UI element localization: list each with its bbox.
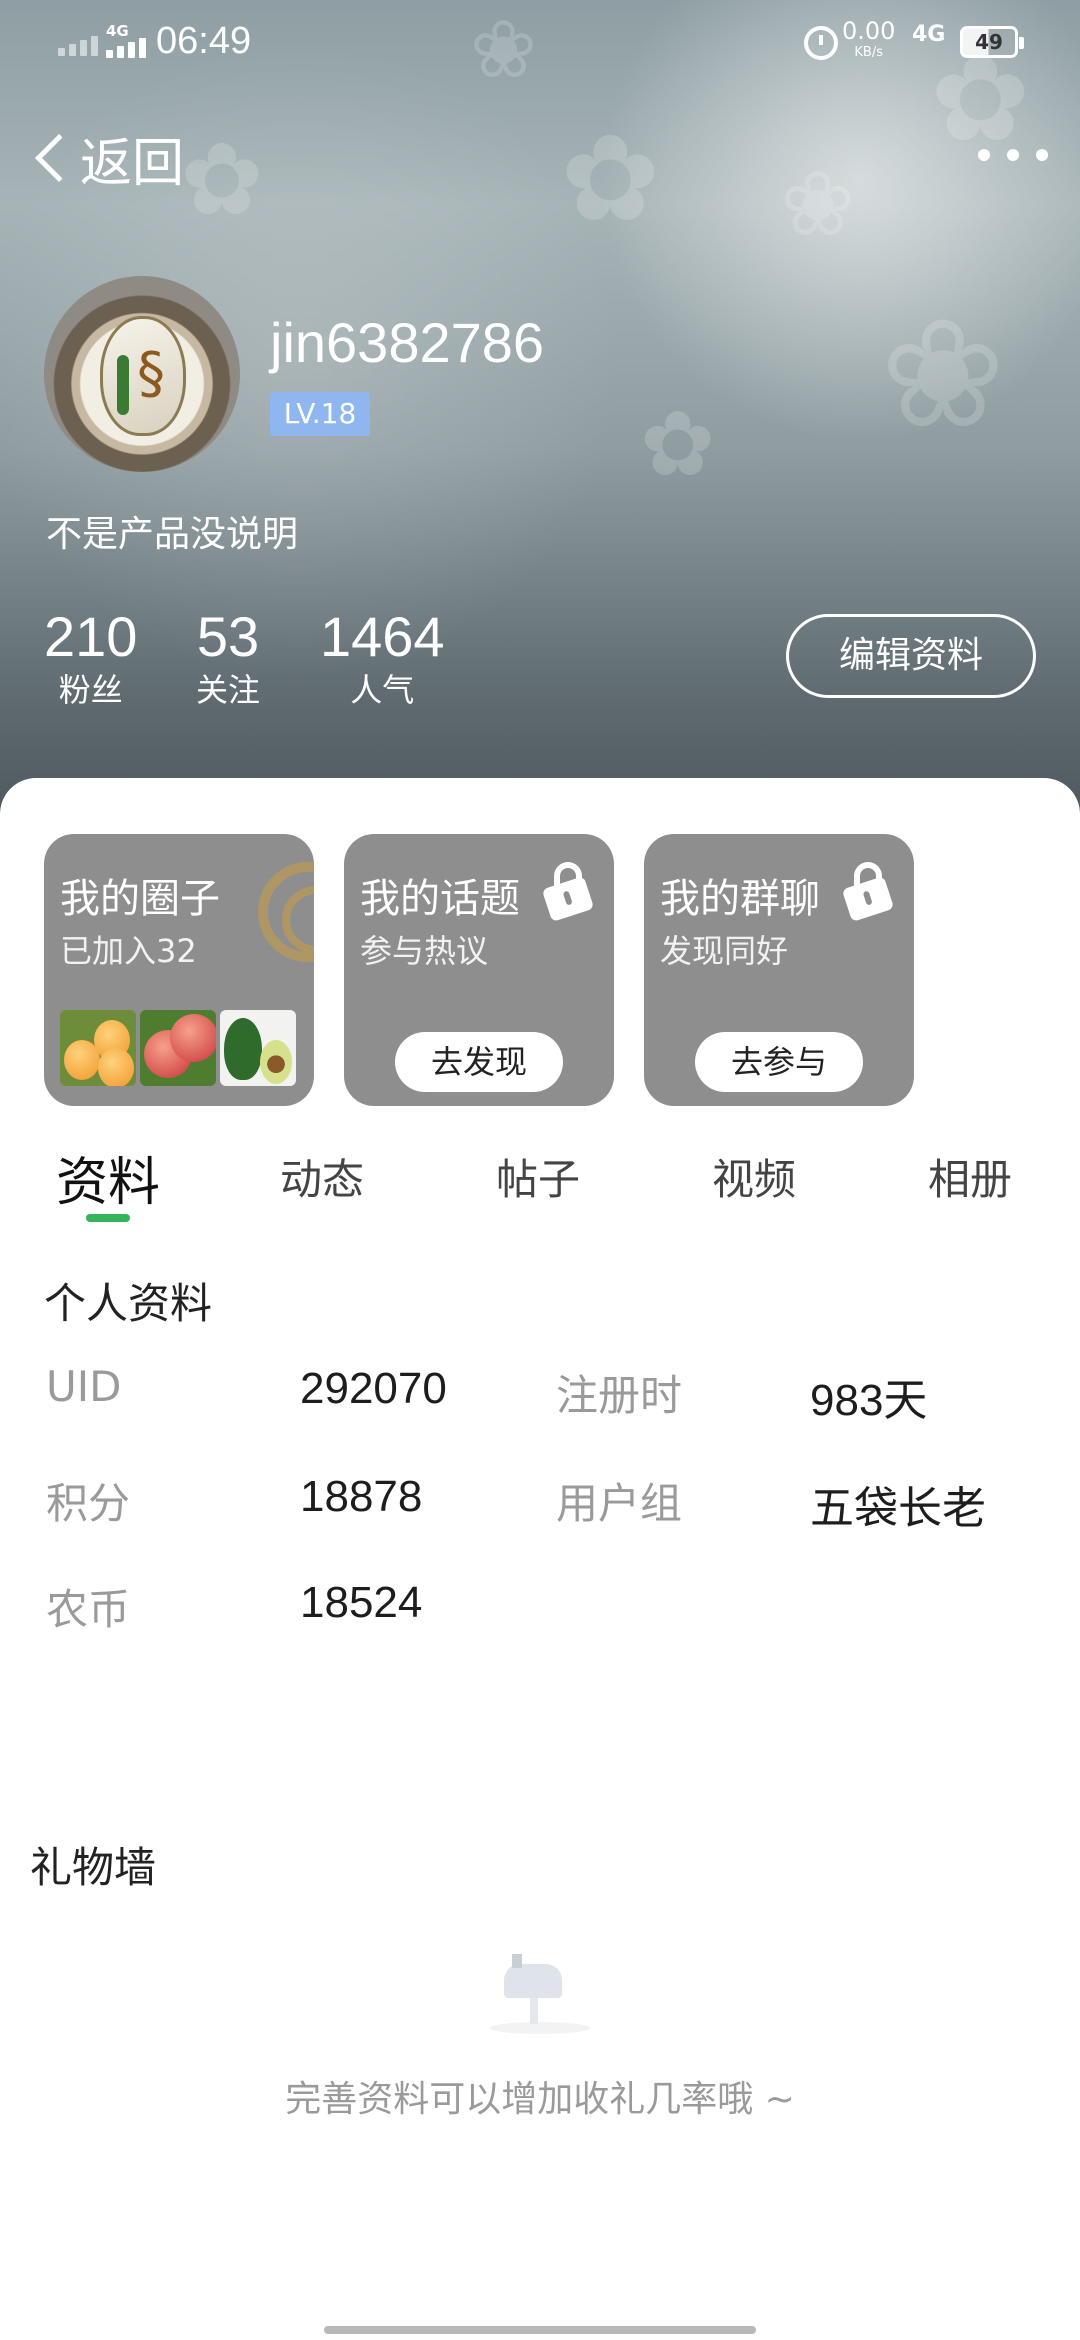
card-my-circles[interactable]: 我的圈子 已加入32: [44, 834, 314, 1106]
profile-tabs: 资料 动态 帖子 视频 相册: [0, 1140, 1080, 1240]
flower-pattern: ✿: [560, 110, 661, 249]
stat-label: 人气: [350, 671, 415, 709]
tab-activity[interactable]: 动态: [280, 1146, 364, 1207]
field-value-user-group: 五袋长老: [810, 1484, 986, 1533]
field-value-registered: 983天: [810, 1376, 928, 1425]
gift-wall-empty-hint: 完善资料可以增加收礼几率哦 ~: [285, 2079, 795, 2120]
field-label-coins: 农币: [46, 1585, 131, 1634]
flower-pattern: ✿: [180, 121, 264, 238]
clock: 06:49: [156, 20, 252, 62]
avatar-pendant-image: §: [100, 316, 186, 436]
field-value-points: 18878: [300, 1472, 423, 1521]
home-indicator[interactable]: [324, 2326, 756, 2334]
field-value-coins: 18524: [300, 1578, 423, 1627]
back-label: 返回: [80, 133, 185, 194]
more-button[interactable]: [978, 140, 1048, 170]
stat-label: 关注: [196, 671, 261, 709]
seahorse-icon: §: [137, 341, 165, 406]
stat-label: 粉丝: [58, 671, 123, 709]
alarm-icon: [804, 26, 838, 60]
more-icon: [978, 149, 990, 161]
card-my-topics[interactable]: 我的话题 参与热议 去发现: [344, 834, 614, 1106]
mailbox-icon: [490, 1950, 590, 2040]
signature: 不是产品没说明: [46, 514, 299, 555]
stat-popularity[interactable]: 1464 人气: [320, 604, 445, 710]
username: jin6382786: [270, 311, 545, 374]
card-my-group-chats[interactable]: 我的群聊 发现同好 去参与: [644, 834, 914, 1106]
battery-icon: 49: [960, 26, 1024, 58]
level-badge: LV.18: [270, 392, 370, 436]
speed-unit: KB/s: [854, 45, 884, 60]
personal-info-title: 个人资料: [44, 1279, 213, 1328]
field-label-registered: 注册时: [556, 1371, 683, 1420]
circle-thumbnails: [60, 1010, 296, 1086]
discover-button[interactable]: 去发现: [395, 1032, 563, 1092]
circle-decoration-icon: [258, 862, 314, 962]
lock-icon: [541, 862, 595, 922]
network-speed: 0.00 KB/s: [842, 17, 896, 64]
flower-pattern: ❀: [880, 288, 1006, 462]
back-button[interactable]: 返回: [28, 118, 184, 198]
signal-icon: [58, 30, 102, 56]
card-title: 我的话题: [360, 876, 520, 922]
stat-value: 210: [44, 605, 138, 668]
edit-profile-button[interactable]: 编辑资料: [786, 614, 1036, 698]
status-bar: 4G 06:49 0.00 KB/s 4G 49: [0, 0, 1080, 86]
tab-videos[interactable]: 视频: [712, 1146, 796, 1207]
tab-posts[interactable]: 帖子: [496, 1146, 580, 1207]
field-value-uid: 292070: [300, 1364, 447, 1413]
lychee-thumbnail: [140, 1010, 216, 1086]
flower-pattern: ✿: [640, 392, 716, 497]
card-subtitle: 发现同好: [660, 932, 789, 970]
tab-albums[interactable]: 相册: [928, 1146, 1012, 1207]
lock-icon: [841, 862, 895, 922]
field-label-user-group: 用户组: [556, 1479, 683, 1528]
avocado-thumbnail: [220, 1010, 296, 1086]
tab-profile[interactable]: 资料: [56, 1140, 160, 1215]
speed-value: 0.00: [842, 17, 896, 45]
stat-following[interactable]: 53 关注: [196, 604, 260, 710]
more-icon: [1036, 149, 1048, 161]
chevron-left-icon: [34, 133, 84, 183]
stat-value: 53: [196, 605, 260, 668]
card-title: 我的圈子: [60, 876, 220, 922]
field-label-uid: UID: [46, 1362, 122, 1411]
more-icon: [1007, 149, 1019, 161]
active-tab-indicator: [86, 1214, 130, 1222]
avatar[interactable]: §: [44, 276, 240, 472]
card-subtitle: 已加入32: [60, 932, 197, 970]
stat-value: 1464: [320, 605, 445, 668]
card-subtitle: 参与热议: [360, 932, 489, 970]
stat-followers[interactable]: 210 粉丝: [44, 604, 137, 710]
mango-thumbnail: [60, 1010, 136, 1086]
signal-icon: [106, 36, 148, 58]
join-button[interactable]: 去参与: [695, 1032, 863, 1092]
flower-pattern: ❀: [780, 152, 856, 257]
network-type: 4G: [912, 22, 946, 47]
card-title: 我的群聊: [660, 876, 820, 922]
gift-wall-title: 礼物墙: [30, 1843, 157, 1892]
field-label-points: 积分: [46, 1479, 131, 1528]
